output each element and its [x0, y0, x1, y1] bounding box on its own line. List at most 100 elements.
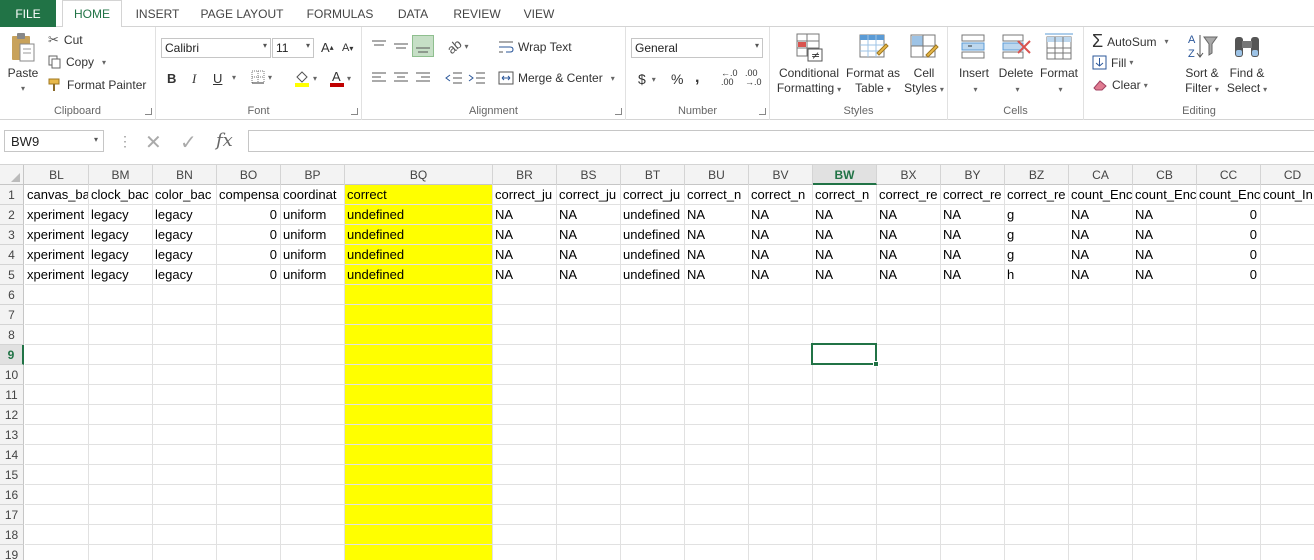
cell-bn1[interactable]: color_bac [153, 185, 216, 205]
cell-bl1[interactable]: canvas_ba [25, 185, 88, 205]
cell-ca4[interactable]: NA [1069, 245, 1132, 265]
font-name-select[interactable]: Calibri ▾ [161, 38, 271, 58]
cell-cc4[interactable]: 0 [1197, 245, 1260, 265]
column-header-bq[interactable]: BQ [345, 165, 493, 185]
column-header-cd[interactable]: CD [1261, 165, 1314, 185]
cell-bm2[interactable]: legacy [89, 205, 152, 225]
increase-indent-icon[interactable] [468, 71, 486, 85]
column-header-cb[interactable]: CB [1133, 165, 1197, 185]
cell-bu3[interactable]: NA [685, 225, 748, 245]
row-header-11[interactable]: 11 [0, 385, 24, 405]
cell-bu1[interactable]: correct_n [685, 185, 748, 205]
cell-cb3[interactable]: NA [1133, 225, 1196, 245]
cell-bx3[interactable]: NA [877, 225, 940, 245]
align-center-icon[interactable] [393, 71, 409, 85]
cell-br3[interactable]: NA [493, 225, 556, 245]
cell-bu2[interactable]: NA [685, 205, 748, 225]
cell-cd1[interactable]: count_In [1261, 185, 1314, 205]
format-as-table-button[interactable]: Format as Table ▾ [844, 31, 902, 97]
comma-style-button[interactable]: , [695, 69, 699, 87]
delete-cells-button[interactable]: Delete ▾ [996, 31, 1036, 97]
cell-ca1[interactable]: count_Enc [1069, 185, 1132, 205]
cell-cc1[interactable]: count_Enc [1197, 185, 1260, 205]
cell-cb2[interactable]: NA [1133, 205, 1196, 225]
underline-button[interactable]: U [213, 71, 222, 86]
cell-bs4[interactable]: NA [557, 245, 620, 265]
font-color-button[interactable]: A ▾ [330, 69, 351, 87]
column-header-bn[interactable]: BN [153, 165, 217, 185]
cell-bq2[interactable]: undefined [345, 205, 492, 225]
cell-cb1[interactable]: count_Enc [1133, 185, 1196, 205]
cell-bo5[interactable]: 0 [217, 265, 280, 285]
cell-bm5[interactable]: legacy [89, 265, 152, 285]
clear-button[interactable]: Clear ▾ [1092, 78, 1148, 92]
cell-bv3[interactable]: NA [749, 225, 812, 245]
align-top-icon[interactable] [371, 39, 387, 53]
cell-cb4[interactable]: NA [1133, 245, 1196, 265]
cell-br2[interactable]: NA [493, 205, 556, 225]
tab-review[interactable]: REVIEW [450, 0, 504, 27]
bold-button[interactable]: B [167, 71, 176, 86]
row-header-3[interactable]: 3 [0, 225, 24, 245]
select-all-button[interactable] [0, 165, 24, 185]
cell-bw2[interactable]: NA [813, 205, 876, 225]
cancel-entry-icon[interactable]: ✕ [145, 130, 162, 155]
row-header-14[interactable]: 14 [0, 445, 24, 465]
cell-bt3[interactable]: undefined [621, 225, 684, 245]
number-format-select[interactable]: General ▾ [631, 38, 763, 58]
orientation-button[interactable]: ab ▾ [444, 36, 469, 57]
cell-bl5[interactable]: xperiment [25, 265, 88, 285]
cell-bx1[interactable]: correct_re [877, 185, 940, 205]
paste-button[interactable]: Paste ▾ [4, 31, 42, 96]
cell-by5[interactable]: NA [941, 265, 1004, 285]
cell-br4[interactable]: NA [493, 245, 556, 265]
cell-bl2[interactable]: xperiment [25, 205, 88, 225]
copy-button[interactable]: Copy ▾ [48, 55, 106, 69]
cell-bv2[interactable]: NA [749, 205, 812, 225]
insert-function-icon[interactable]: fx [216, 130, 233, 151]
cell-bq5[interactable]: undefined [345, 265, 492, 285]
copy-dropdown-icon[interactable]: ▾ [102, 58, 106, 67]
conditional-formatting-button[interactable]: ≠ Conditional Formatting ▾ [775, 31, 843, 97]
cell-bm3[interactable]: legacy [89, 225, 152, 245]
shrink-font-button[interactable]: A ▾ [342, 42, 353, 54]
row-header-7[interactable]: 7 [0, 305, 24, 325]
autosum-button[interactable]: Σ AutoSum ▾ [1092, 31, 1169, 52]
cell-bs1[interactable]: correct_ju [557, 185, 620, 205]
cell-bm4[interactable]: legacy [89, 245, 152, 265]
row-header-17[interactable]: 17 [0, 505, 24, 525]
cell-styles-button[interactable]: Cell Styles ▾ [903, 31, 945, 97]
cell-by3[interactable]: NA [941, 225, 1004, 245]
column-header-bm[interactable]: BM [89, 165, 153, 185]
tab-formulas[interactable]: FORMULAS [302, 0, 378, 27]
column-header-bx[interactable]: BX [877, 165, 941, 185]
cell-by1[interactable]: correct_re [941, 185, 1004, 205]
align-bottom-button[interactable] [412, 35, 434, 57]
cell-bw1[interactable]: correct_n [813, 185, 876, 205]
cell-bz2[interactable]: g [1005, 205, 1068, 225]
column-header-br[interactable]: BR [493, 165, 557, 185]
row-header-5[interactable]: 5 [0, 265, 24, 285]
column-header-bz[interactable]: BZ [1005, 165, 1069, 185]
name-box[interactable]: BW9 ▾ [4, 130, 104, 152]
tab-view[interactable]: VIEW [519, 0, 559, 27]
cell-bn4[interactable]: legacy [153, 245, 216, 265]
row-header-15[interactable]: 15 [0, 465, 24, 485]
align-right-icon[interactable] [415, 71, 431, 85]
cell-bt2[interactable]: undefined [621, 205, 684, 225]
cell-bp1[interactable]: coordinat [281, 185, 344, 205]
cell-ca2[interactable]: NA [1069, 205, 1132, 225]
cell-bu5[interactable]: NA [685, 265, 748, 285]
cell-bq4[interactable]: undefined [345, 245, 492, 265]
grow-font-button[interactable]: A ▴ [321, 40, 334, 55]
cell-bx2[interactable]: NA [877, 205, 940, 225]
cell-by4[interactable]: NA [941, 245, 1004, 265]
insert-cells-button[interactable]: Insert ▾ [953, 31, 995, 97]
cell-ca3[interactable]: NA [1069, 225, 1132, 245]
cell-bp4[interactable]: uniform [281, 245, 344, 265]
confirm-entry-icon[interactable]: ✓ [180, 130, 197, 155]
tab-insert[interactable]: INSERT [130, 0, 185, 27]
decrease-indent-icon[interactable] [445, 71, 463, 85]
cell-bq3[interactable]: undefined [345, 225, 492, 245]
row-header-10[interactable]: 10 [0, 365, 24, 385]
